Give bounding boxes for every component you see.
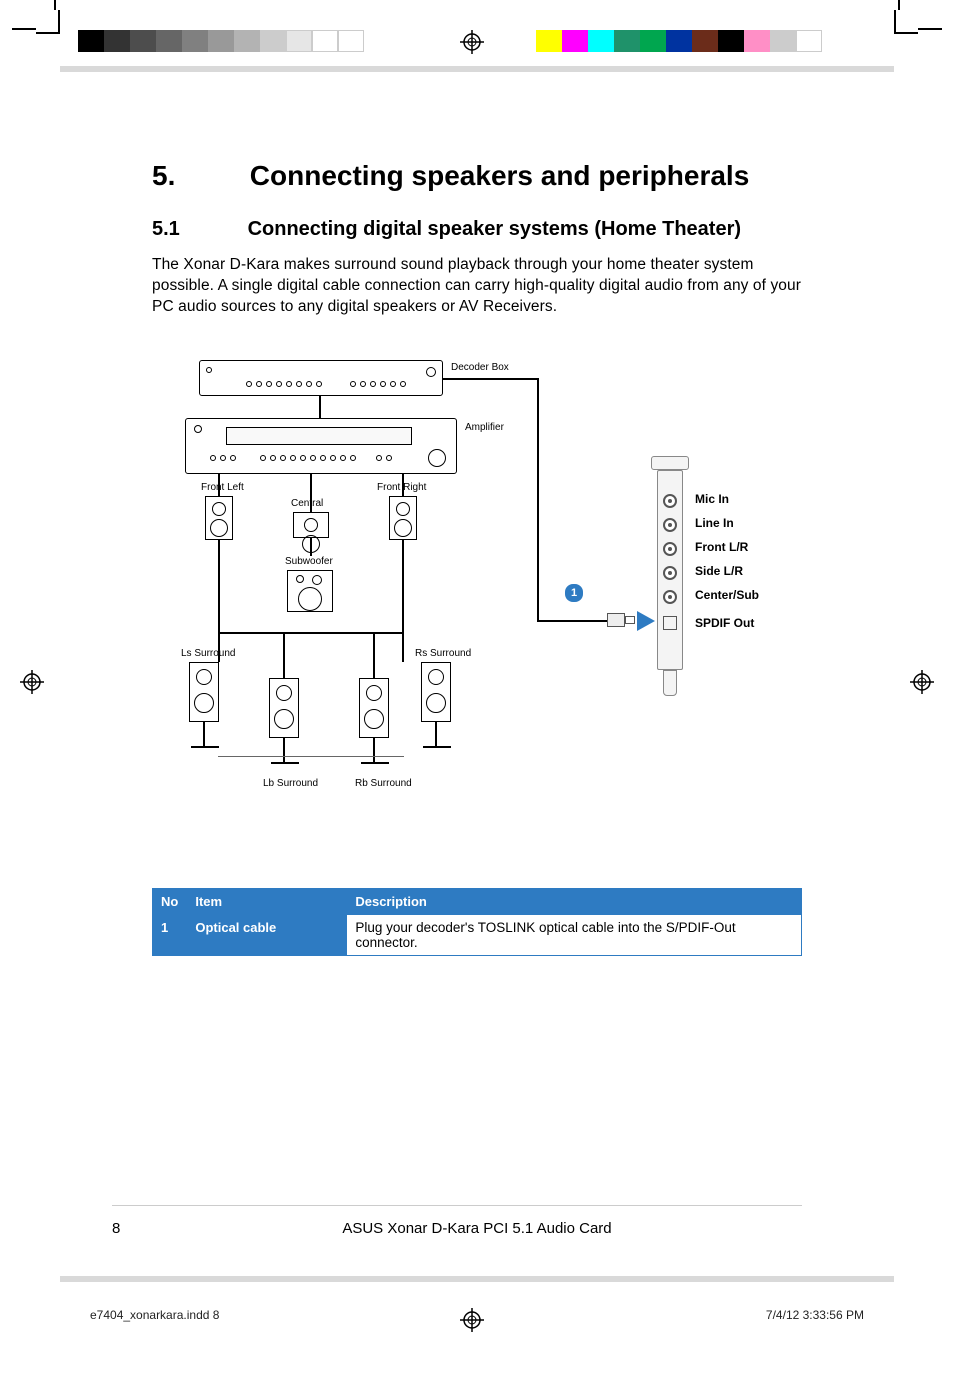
page-border	[60, 1276, 894, 1282]
rb-label: Rb Surround	[355, 778, 412, 789]
decoder-label: Decoder Box	[451, 362, 509, 373]
lb-label: Lb Surround	[263, 778, 318, 789]
mic-in-jack	[663, 494, 677, 508]
port-center-label: Center/Sub	[695, 588, 759, 602]
decoder-box	[199, 360, 443, 396]
col-item: Item	[187, 889, 347, 915]
section-number: 5.	[152, 160, 242, 192]
port-side-label: Side L/R	[695, 564, 743, 578]
table-row: 1 Optical cable Plug your decoder's TOSL…	[153, 915, 802, 956]
body-paragraph: The Xonar D-Kara makes surround sound pl…	[152, 255, 802, 318]
speaker-rs	[421, 662, 451, 722]
line-in-jack	[663, 518, 677, 532]
front-jack	[663, 542, 677, 556]
section-title: Connecting speakers and peripherals	[250, 160, 750, 191]
side-jack	[663, 566, 677, 580]
speaker-front-left	[205, 496, 233, 540]
speaker-subwoofer	[287, 570, 333, 612]
cell-no: 1	[153, 915, 187, 956]
registration-mark-icon	[460, 30, 484, 54]
speaker-lb	[269, 678, 299, 738]
page-content: 5. Connecting speakers and peripherals 5…	[152, 160, 802, 330]
rs-label: Rs Surround	[415, 648, 471, 659]
col-desc: Description	[347, 889, 802, 915]
footer-title: ASUS Xonar D-Kara PCI 5.1 Audio Card	[0, 1220, 954, 1237]
spdif-port	[663, 616, 677, 630]
subsection-heading: 5.1 Connecting digital speaker systems (…	[152, 218, 802, 241]
crop-mark	[36, 10, 60, 34]
speaker-ls	[189, 662, 219, 722]
callout-badge: 1	[565, 584, 583, 602]
page-border	[60, 66, 894, 72]
central-label: Central	[291, 498, 323, 509]
slug-filename: e7404_xonarkara.indd 8	[90, 1308, 219, 1322]
ls-label: Ls Surround	[181, 648, 235, 659]
amplifier-box	[185, 418, 457, 474]
speaker-front-right	[389, 496, 417, 540]
arrow-icon	[637, 611, 655, 631]
center-jack	[663, 590, 677, 604]
col-no: No	[153, 889, 187, 915]
slug-timestamp: 7/4/12 3:33:56 PM	[766, 1308, 864, 1322]
amplifier-label: Amplifier	[465, 422, 504, 433]
items-table: No Item Description 1 Optical cable Plug…	[152, 888, 802, 956]
color-swatches-color	[536, 30, 822, 52]
speaker-central	[293, 512, 329, 538]
color-swatches-grayscale	[78, 30, 364, 52]
cell-desc: Plug your decoder's TOSLINK optical cabl…	[347, 915, 802, 956]
port-line-label: Line In	[695, 516, 734, 530]
port-mic-label: Mic In	[695, 492, 729, 506]
front-left-label: Front Left	[201, 482, 244, 493]
subsection-title: Connecting digital speaker systems (Home…	[248, 218, 741, 240]
port-spdif-label: SPDIF Out	[695, 616, 754, 630]
subsection-number: 5.1	[152, 218, 242, 241]
footer-rule	[112, 1205, 802, 1206]
subwoofer-label: Subwoofer	[285, 556, 333, 567]
speaker-rb	[359, 678, 389, 738]
section-heading: 5. Connecting speakers and peripherals	[152, 160, 802, 192]
registration-mark-icon	[910, 670, 934, 694]
registration-mark-icon	[460, 1308, 484, 1332]
cell-item: Optical cable	[187, 915, 347, 956]
table-header-row: No Item Description	[153, 889, 802, 915]
crop-mark	[894, 10, 918, 34]
registration-mark-icon	[20, 670, 44, 694]
port-front-label: Front L/R	[695, 540, 748, 554]
connection-diagram: Decoder Box Amplifier Front Left Central…	[185, 360, 815, 820]
